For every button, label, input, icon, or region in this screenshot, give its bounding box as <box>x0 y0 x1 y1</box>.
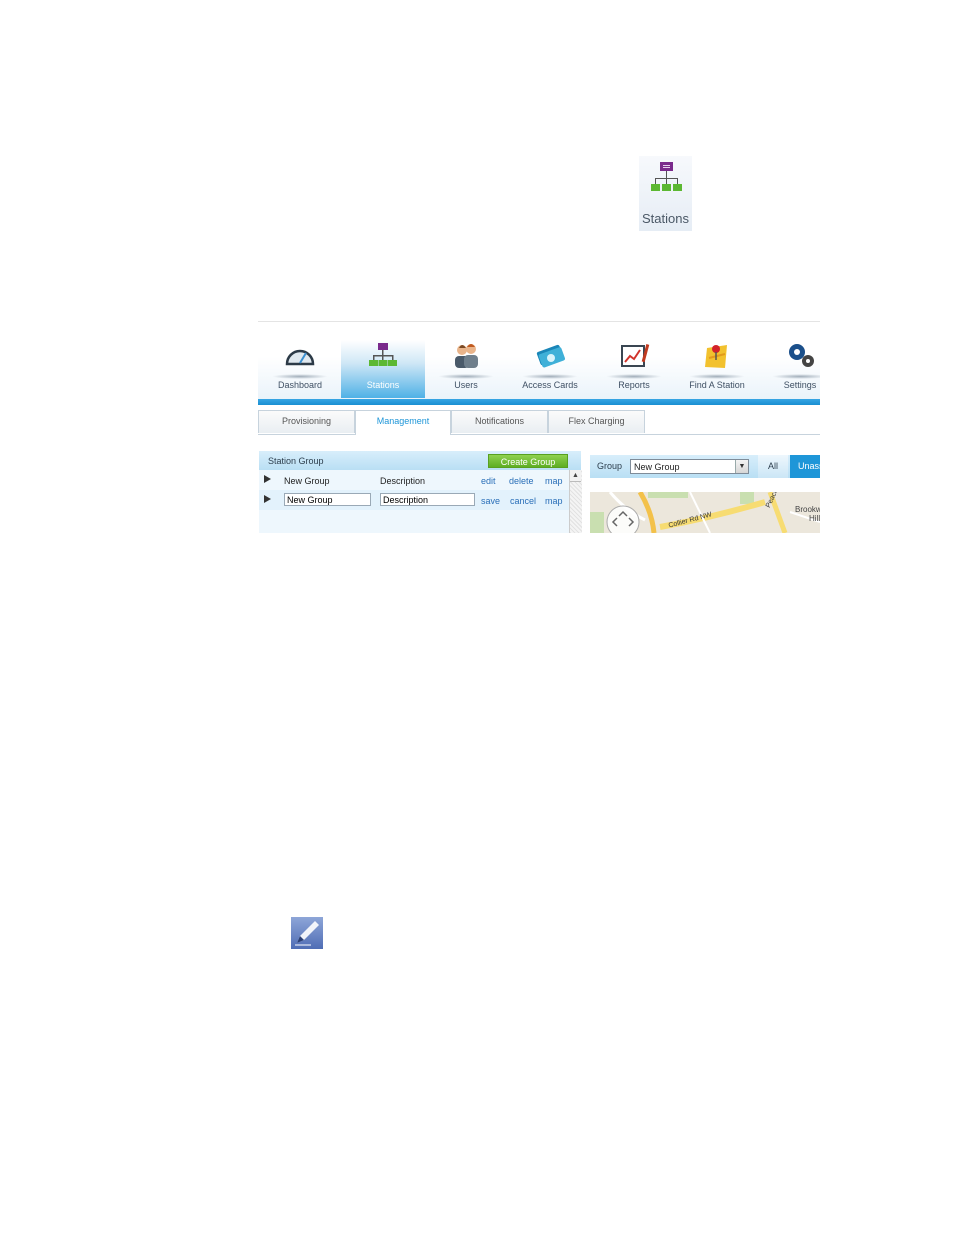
map-link[interactable]: map <box>545 476 563 486</box>
nav-reports-label: Reports <box>618 380 650 390</box>
group-name-input[interactable] <box>284 493 371 506</box>
map-pin-icon <box>705 345 727 368</box>
nav-users[interactable]: Users <box>424 340 508 398</box>
scroll-up-arrow-icon[interactable]: ▲ <box>570 470 581 482</box>
nav-stations-label: Stations <box>366 380 400 390</box>
stations-icon <box>369 343 397 366</box>
nav-access-cards[interactable]: Access Cards <box>508 340 592 398</box>
map-area-label: Brookw <box>795 505 820 514</box>
nav-dashboard[interactable]: Dashboard <box>258 340 342 398</box>
gears-icon <box>789 344 814 367</box>
nav-dashboard-label: Dashboard <box>277 380 323 390</box>
main-nav: Dashboard Stations Users Access Cards Re… <box>258 322 820 399</box>
list-scrollbar[interactable]: ▲ <box>569 470 582 533</box>
map-area-label-2: Hill <box>809 514 820 523</box>
reports-chart-icon <box>621 344 650 367</box>
expand-arrow-icon[interactable] <box>264 495 271 503</box>
pen-note-icon <box>291 917 323 949</box>
users-icon <box>455 344 478 368</box>
nav-find-a-station[interactable]: Find A Station <box>675 340 759 398</box>
sub-tabs: Provisioning Management Notifications Fl… <box>258 410 820 435</box>
nav-reports[interactable]: Reports <box>592 340 676 398</box>
expand-arrow-icon[interactable] <box>264 475 271 483</box>
speedometer-icon <box>285 349 315 366</box>
all-button[interactable]: All <box>758 455 788 478</box>
group-description: Description <box>380 476 426 486</box>
group-select-value: New Group <box>634 462 680 472</box>
unassigned-button[interactable]: Unass <box>790 455 820 478</box>
edit-link[interactable]: edit <box>481 476 496 486</box>
nav-access-cards-label: Access Cards <box>522 380 578 390</box>
station-group-header: Station Group Create Group <box>259 451 581 470</box>
table-row[interactable]: New Group Description edit delete map <box>259 470 569 490</box>
cancel-link[interactable]: cancel <box>510 496 536 506</box>
nav-settings[interactable]: Settings <box>758 340 820 398</box>
group-map-panel: Group New Group ▼ All Unass <box>590 455 820 533</box>
stations-standalone-icon: Stations <box>639 156 692 231</box>
stations-standalone-label: Stations <box>642 211 689 226</box>
nav-users-shadow <box>438 374 494 379</box>
nav-users-label: Users <box>454 380 478 390</box>
nav-access-cards-shadow <box>522 374 578 379</box>
save-link[interactable]: save <box>481 496 500 506</box>
table-row-editing[interactable]: save cancel map <box>259 490 569 510</box>
group-label: Group <box>597 461 623 471</box>
nav-reports-shadow <box>606 374 662 379</box>
group-select[interactable]: New Group ▼ <box>630 459 749 474</box>
nav-find-a-station-shadow <box>689 374 745 379</box>
stations-icon <box>651 162 682 191</box>
map-link[interactable]: map <box>545 496 563 506</box>
access-cards-icon <box>536 344 565 368</box>
tab-notifications[interactable]: Notifications <box>451 410 548 433</box>
station-group-title: Station Group <box>268 456 324 466</box>
stations-management-screenshot: Dashboard Stations Users Access Cards Re… <box>258 321 820 533</box>
nav-dashboard-shadow <box>272 374 328 379</box>
nav-underline-bar <box>258 399 820 405</box>
group-name: New Group <box>284 476 330 486</box>
group-filter-bar: Group New Group ▼ All Unass <box>590 455 820 478</box>
group-description-input[interactable] <box>380 493 475 506</box>
chevron-down-icon[interactable]: ▼ <box>735 460 748 473</box>
create-group-button[interactable]: Create Group <box>488 454 568 468</box>
nav-settings-shadow <box>772 374 820 379</box>
nav-stations[interactable]: Stations <box>341 340 425 398</box>
map-view[interactable]: Collier Rd NW Peachtree Brookw Hill <box>590 492 820 533</box>
tab-flex-charging[interactable]: Flex Charging <box>548 410 645 433</box>
nav-settings-label: Settings <box>783 380 817 390</box>
delete-link[interactable]: delete <box>509 476 534 486</box>
station-group-panel: Station Group Create Group New Group Des… <box>259 451 582 533</box>
nav-find-a-station-label: Find A Station <box>689 380 745 390</box>
tab-management[interactable]: Management <box>355 410 451 435</box>
tab-provisioning[interactable]: Provisioning <box>258 410 355 433</box>
